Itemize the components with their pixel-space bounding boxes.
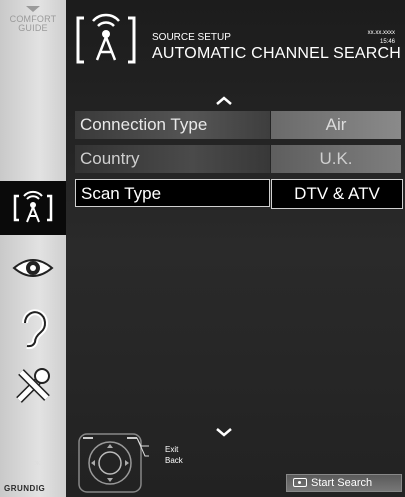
time-text: 15:46 xyxy=(379,39,395,45)
guide-label-2: GUIDE xyxy=(18,23,48,33)
source-setup-header-icon xyxy=(76,13,136,64)
eye-icon xyxy=(12,259,54,277)
date-text: xx.xx.xxxx xyxy=(367,30,395,36)
exit-label: Exit xyxy=(165,445,179,454)
row-label: Scan Type xyxy=(75,179,270,207)
row-label: Country xyxy=(75,145,270,173)
start-search-button[interactable]: Start Search xyxy=(286,474,402,492)
menu-row-connection-type[interactable]: Connection Type Air xyxy=(75,111,401,139)
menu-row-country[interactable]: Country U.K. xyxy=(75,145,401,173)
screen-title: AUTOMATIC CHANNEL SEARCH xyxy=(152,45,401,62)
sidebar-item-sound[interactable] xyxy=(0,303,66,353)
screen-subtitle: SOURCE SETUP xyxy=(152,32,231,43)
sidebar-item-source-setup[interactable] xyxy=(0,181,66,235)
ok-label: OK xyxy=(33,461,41,467)
scroll-down-icon[interactable] xyxy=(215,427,233,437)
comfort-guide[interactable]: COMFORT GUIDE xyxy=(0,0,66,60)
ear-icon xyxy=(22,309,48,349)
triangle-up-icon xyxy=(26,6,40,12)
row-value: Air xyxy=(271,111,401,139)
source-setup-icon xyxy=(13,190,53,223)
sidebar-item-picture[interactable] xyxy=(0,248,66,288)
brand-logo: GRUNDIG xyxy=(4,484,46,493)
remote-key-icon xyxy=(293,478,307,487)
remote-dpad-icon xyxy=(78,433,149,493)
row-value: U.K. xyxy=(271,145,401,173)
row-label: Connection Type xyxy=(75,111,270,139)
start-search-label: Start Search xyxy=(311,477,373,489)
back-label: Back xyxy=(165,456,183,465)
sidebar-item-tools[interactable] xyxy=(0,362,66,410)
clock-display: xx.xx.xxxx 15:46 xyxy=(368,29,395,47)
menu-row-scan-type[interactable]: Scan Type DTV & ATV xyxy=(75,179,403,209)
tv-menu-screen: COMFORT GUIDE GRUNDIG SOURCE SETUP AUTOM… xyxy=(0,0,405,497)
row-value: DTV & ATV xyxy=(271,179,403,209)
sidebar: COMFORT GUIDE GRUNDIG xyxy=(0,0,66,497)
tools-icon xyxy=(16,368,50,403)
scroll-up-icon[interactable] xyxy=(215,96,233,106)
